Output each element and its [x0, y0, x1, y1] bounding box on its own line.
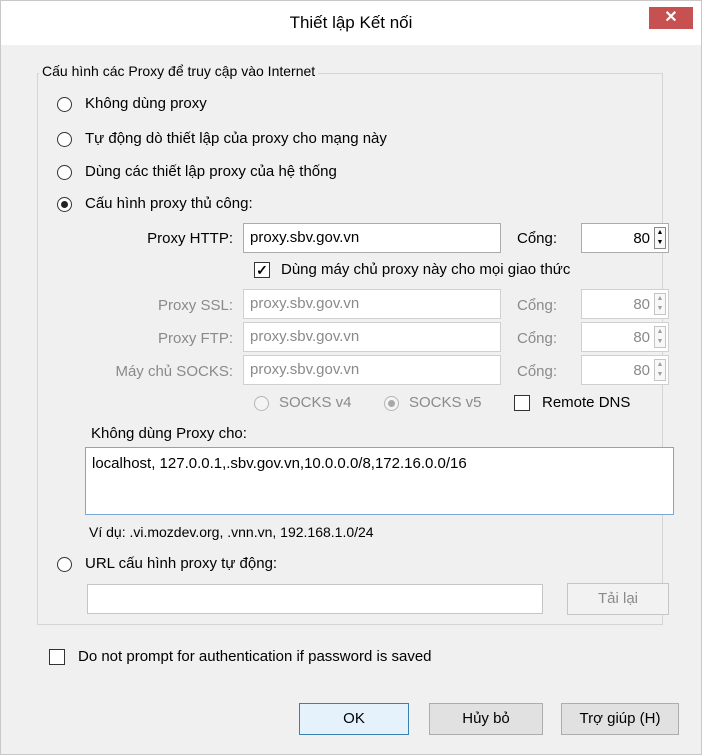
socks-port-value: 80: [633, 362, 650, 379]
http-port-value: 80: [633, 230, 650, 247]
radio-socks-v4[interactable]: [254, 396, 269, 411]
share-proxy-label: Dùng máy chủ proxy này cho mọi giao thức: [281, 261, 571, 278]
ftp-proxy-input[interactable]: proxy.sbv.gov.vn: [243, 322, 501, 352]
spin-arrows-icon[interactable]: ▲ ▼: [654, 326, 666, 348]
radio-manual-proxy[interactable]: [57, 197, 72, 212]
ftp-proxy-label: Proxy FTP:: [157, 330, 233, 347]
radio-system-proxy[interactable]: [57, 165, 72, 180]
ssl-proxy-input[interactable]: proxy.sbv.gov.vn: [243, 289, 501, 319]
radio-no-proxy[interactable]: [57, 97, 72, 112]
ssl-port-label: Cổng:: [517, 297, 558, 314]
socks-port-stepper[interactable]: 80 ▲ ▼: [581, 355, 669, 385]
socks-host-label: Máy chủ SOCKS:: [115, 363, 233, 380]
pac-url-input[interactable]: [87, 584, 543, 614]
no-proxy-example: Ví dụ: .vi.mozdev.org, .vnn.vn, 192.168.…: [89, 524, 374, 540]
radio-pac-url[interactable]: [57, 557, 72, 572]
ok-button[interactable]: OK: [299, 703, 409, 735]
pac-url-label: URL cấu hình proxy tự động:: [85, 555, 278, 572]
remote-dns-label: Remote DNS: [542, 394, 631, 411]
spin-arrows-icon[interactable]: ▲ ▼: [654, 359, 666, 381]
no-proxy-for-textarea[interactable]: localhost, 127.0.0.1,.sbv.gov.vn,10.0.0.…: [85, 447, 674, 515]
spin-arrows-icon[interactable]: ▲ ▼: [654, 227, 666, 249]
dialog-title: Thiết lập Kết nối: [289, 13, 413, 32]
no-auth-prompt-label: Do not prompt for authentication if pass…: [78, 648, 432, 665]
title-bar: Thiết lập Kết nối ✕: [1, 1, 701, 45]
socks-v5-label: SOCKS v5: [409, 394, 482, 411]
manual-proxy-label: Cấu hình proxy thủ công:: [85, 195, 253, 212]
remote-dns-checkbox[interactable]: [514, 395, 530, 411]
http-proxy-input[interactable]: proxy.sbv.gov.vn: [243, 223, 501, 253]
no-proxy-label: Không dùng proxy: [85, 95, 207, 112]
radio-auto-detect[interactable]: [57, 132, 72, 147]
reload-button[interactable]: Tải lại: [567, 583, 669, 615]
ssl-port-value: 80: [633, 296, 650, 313]
share-proxy-checkbox[interactable]: ✓: [254, 262, 270, 278]
auto-detect-label: Tự động dò thiết lập của proxy cho mạng …: [85, 130, 387, 147]
cancel-button[interactable]: Hủy bỏ: [429, 703, 543, 735]
ssl-proxy-label: Proxy SSL:: [157, 297, 233, 314]
help-button[interactable]: Trợ giúp (H): [561, 703, 679, 735]
ftp-port-stepper[interactable]: 80 ▲ ▼: [581, 322, 669, 352]
close-icon[interactable]: ✕: [649, 7, 693, 29]
ftp-port-label: Cổng:: [517, 330, 558, 347]
http-port-label: Cổng:: [517, 230, 558, 247]
system-proxy-label: Dùng các thiết lập proxy của hệ thống: [85, 163, 337, 180]
no-proxy-for-label: Không dùng Proxy cho:: [91, 425, 247, 442]
spin-arrows-icon[interactable]: ▲ ▼: [654, 293, 666, 315]
http-proxy-label: Proxy HTTP:: [147, 230, 233, 247]
radio-socks-v5[interactable]: [384, 396, 399, 411]
ssl-port-stepper[interactable]: 80 ▲ ▼: [581, 289, 669, 319]
ftp-port-value: 80: [633, 329, 650, 346]
socks-v4-label: SOCKS v4: [279, 394, 352, 411]
http-port-stepper[interactable]: 80 ▲ ▼: [581, 223, 669, 253]
socks-host-input[interactable]: proxy.sbv.gov.vn: [243, 355, 501, 385]
no-auth-prompt-checkbox[interactable]: [49, 649, 65, 665]
socks-port-label: Cổng:: [517, 363, 558, 380]
connection-settings-dialog: Thiết lập Kết nối ✕ Cấu hình các Proxy đ…: [0, 0, 702, 755]
group-legend: Cấu hình các Proxy để truy cập vào Inter…: [39, 63, 319, 79]
